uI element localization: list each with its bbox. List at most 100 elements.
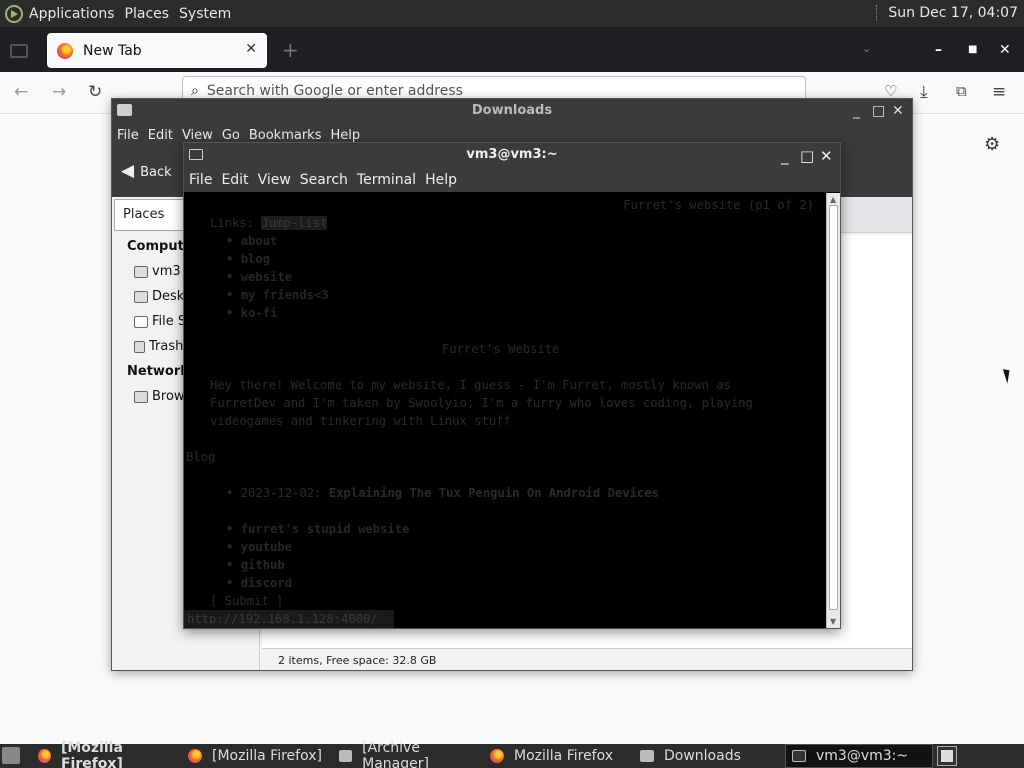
minimize-icon[interactable]: –: [935, 42, 942, 58]
intro-line-1: Hey there! Welcome to my website, I gues…: [210, 378, 731, 392]
newtab-settings-gear-icon[interactable]: ⚙: [984, 134, 1000, 155]
menu-view[interactable]: View: [182, 128, 213, 143]
task-terminal[interactable]: vm3@vm3:~: [785, 744, 933, 768]
new-tab-icon[interactable]: +: [282, 38, 299, 62]
filesystem-icon: [134, 315, 148, 328]
network-icon: [134, 390, 148, 403]
sidebar-item-home[interactable]: vm3: [134, 264, 181, 279]
sidebar-item-trash[interactable]: Trash: [134, 339, 183, 354]
taskbar: [Mozilla Firefox] [Mozilla Firefox] [Arc…: [0, 740, 1024, 768]
firefox-icon: [188, 749, 202, 763]
back-label: Back: [140, 165, 172, 180]
menu-applications[interactable]: Applications: [29, 6, 115, 22]
terminal-icon: [189, 149, 203, 160]
blog-entry[interactable]: • 2023-12-02: Explaining The Tux Penguin…: [226, 484, 659, 502]
menu-file[interactable]: File: [189, 172, 212, 188]
sidebar-item-label: Brow: [152, 389, 185, 404]
nav-link-website[interactable]: • website: [226, 268, 292, 286]
nav-link-kofi[interactable]: • ko-fi: [226, 304, 277, 322]
menu-search[interactable]: Search: [300, 172, 348, 188]
footer-link-discord[interactable]: • discord: [226, 574, 292, 592]
menu-go[interactable]: Go: [222, 128, 240, 143]
firefox-view-icon[interactable]: [10, 44, 28, 58]
places-label: Places: [123, 207, 165, 222]
task-firefox-2[interactable]: [Mozilla Firefox]: [182, 744, 330, 768]
scrollbar-thumb[interactable]: [829, 205, 838, 610]
nav-link-about[interactable]: • about: [226, 232, 277, 250]
scroll-down-icon[interactable]: ▼: [830, 617, 836, 626]
close-icon[interactable]: ✕: [820, 144, 833, 168]
back-arrow-icon[interactable]: ←: [14, 82, 28, 102]
menu-edit[interactable]: Edit: [148, 128, 173, 143]
firefox-favicon-icon: [57, 42, 73, 59]
status-bar: 2 items, Free space: 32.8 GB: [262, 648, 912, 670]
firefox-icon: [38, 749, 51, 763]
sidebar-item-browse-network[interactable]: Brow: [134, 389, 185, 404]
archive-icon: [339, 750, 353, 762]
footer-link-website[interactable]: • furret's stupid website: [226, 520, 409, 538]
menu-terminal[interactable]: Terminal: [357, 172, 416, 188]
close-icon[interactable]: ✕: [892, 99, 904, 123]
menu-bookmarks[interactable]: Bookmarks: [249, 128, 322, 143]
downloads-icon[interactable]: ⤓: [920, 82, 928, 102]
menu-places[interactable]: Places: [125, 6, 170, 22]
list-tabs-icon[interactable]: ⌄: [862, 42, 871, 55]
minimize-icon[interactable]: _: [781, 144, 789, 168]
task-downloads[interactable]: Downloads: [634, 744, 782, 768]
maximize-icon[interactable]: □: [872, 99, 885, 123]
terminal-scrollbar[interactable]: ▲ ▼: [826, 193, 840, 628]
task-firefox-1[interactable]: [Mozilla Firefox]: [32, 740, 180, 768]
terminal-menubar: File Edit View Search Terminal Help: [184, 168, 840, 192]
workspace-switcher[interactable]: [937, 746, 957, 766]
sidebar-item-filesystem[interactable]: File S: [134, 314, 186, 329]
terminal-window: vm3@vm3:~ _ □ ✕ File Edit View Search Te…: [183, 142, 841, 629]
menu-edit[interactable]: Edit: [221, 172, 248, 188]
folder-icon: [640, 750, 654, 762]
panel-separator: [876, 5, 878, 21]
url-placeholder: Search with Google or enter address: [206, 83, 463, 99]
menu-help[interactable]: Help: [425, 172, 457, 188]
forward-arrow-icon[interactable]: →: [52, 82, 66, 102]
blog-title: Explaining The Tux Penguin On Android De…: [328, 486, 659, 500]
back-button[interactable]: ◀ Back: [121, 161, 172, 181]
menu-view[interactable]: View: [258, 172, 291, 188]
intro-line-3: videogames and tinkering with Linux stuf…: [210, 414, 511, 428]
show-desktop-icon[interactable]: [2, 747, 20, 764]
submit-button[interactable]: [ Submit ]: [210, 592, 283, 610]
blog-heading: Blog: [186, 450, 216, 464]
menu-file[interactable]: File: [117, 128, 139, 143]
distro-logo-icon[interactable]: [5, 4, 23, 23]
sidebar-item-label: Trash: [149, 339, 184, 354]
menu-system[interactable]: System: [179, 6, 231, 22]
footer-link-github[interactable]: • github: [226, 556, 285, 574]
clock-text: Sun Dec 17, 04:07: [888, 5, 1018, 21]
nav-link-blog[interactable]: • blog: [226, 250, 270, 268]
sidebar-item-desktop[interactable]: Deskt: [134, 289, 189, 304]
trash-icon: [134, 340, 145, 353]
maximize-icon[interactable]: ■: [968, 44, 977, 55]
reload-icon[interactable]: ↻: [88, 82, 102, 102]
desktop-folder-icon: [134, 290, 148, 303]
scroll-up-icon[interactable]: ▲: [830, 195, 836, 204]
task-firefox-3[interactable]: Mozilla Firefox: [484, 744, 632, 768]
maximize-icon[interactable]: □: [800, 144, 814, 168]
search-icon: ⌕: [191, 83, 199, 99]
footer-link-youtube[interactable]: • youtube: [226, 538, 292, 556]
terminal-titlebar[interactable]: vm3@vm3:~ _ □ ✕: [184, 143, 840, 168]
tab-close-icon[interactable]: ✕: [245, 41, 257, 57]
minimize-icon[interactable]: _: [853, 99, 860, 123]
jump-list-link[interactable]: Jump-list: [261, 216, 328, 230]
nav-link-friends[interactable]: • my friends<3: [226, 286, 329, 304]
downloads-title: Downloads: [471, 103, 553, 118]
extensions-icon[interactable]: ⧉: [956, 82, 967, 100]
task-archive-manager[interactable]: [Archive Manager]: [333, 740, 483, 768]
hamburger-menu-icon[interactable]: ≡: [992, 82, 1006, 102]
downloads-titlebar[interactable]: Downloads _ □ ✕: [112, 99, 912, 124]
sidebar-item-label: File S: [152, 314, 187, 329]
clock[interactable]: Sun Dec 17, 04:07: [876, 5, 1018, 21]
tab-new-tab[interactable]: New Tab ✕: [47, 33, 267, 68]
menu-help[interactable]: Help: [330, 128, 360, 143]
terminal-screen[interactable]: Furret's website (p1 of 2) Links: Jump-l…: [184, 193, 826, 628]
site-title: Furret's Website: [442, 342, 560, 356]
close-window-icon[interactable]: ✕: [999, 42, 1011, 58]
